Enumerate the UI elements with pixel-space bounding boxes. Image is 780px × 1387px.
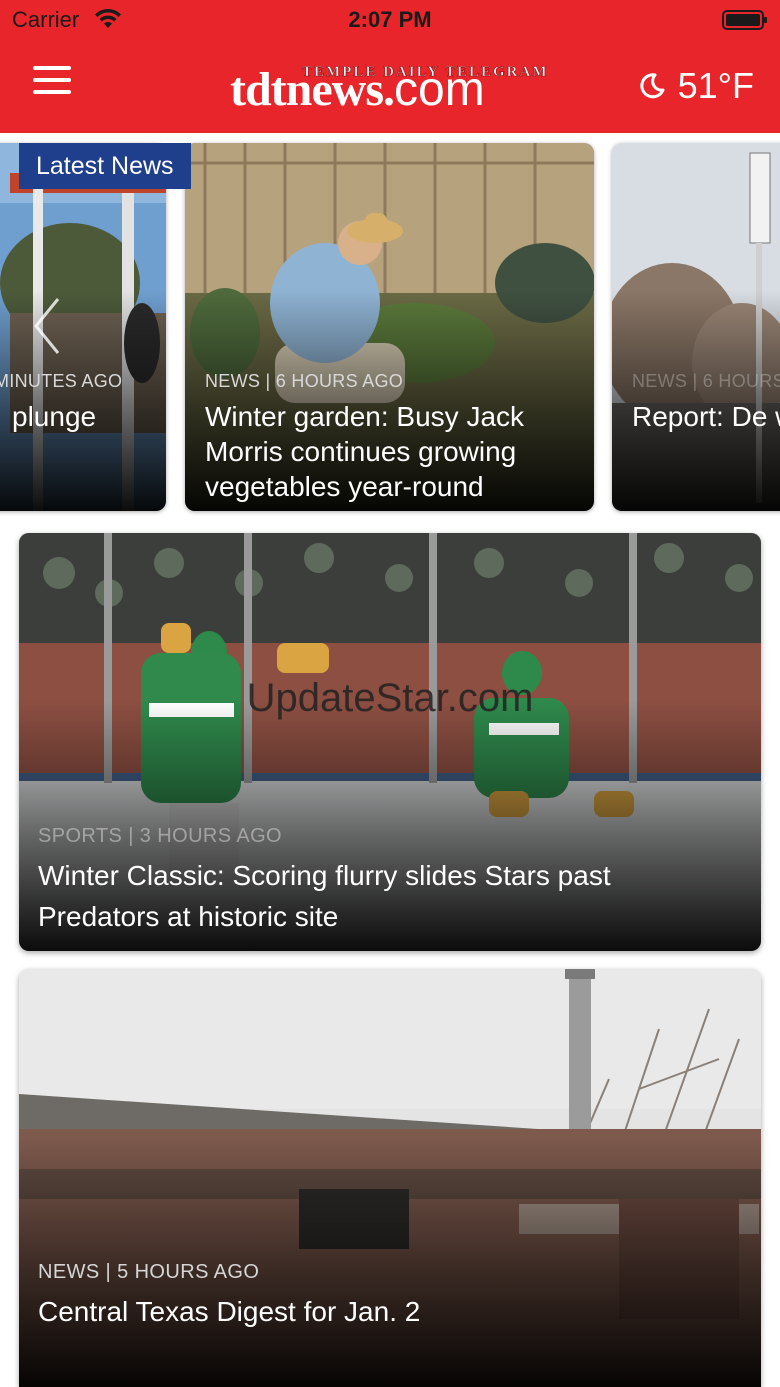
latest-news-label: Latest News bbox=[19, 143, 191, 189]
card-headline: Report: De when shot officer bbox=[632, 401, 780, 432]
article-meta: SPORTS | 3 HOURS AGO bbox=[38, 825, 282, 847]
site-logo[interactable]: TEMPLE DAILY TELEGRAM tdtnews.com bbox=[230, 62, 560, 114]
card-headline: Winter garden: Busy Jack Morris continue… bbox=[205, 401, 525, 502]
app-header: Carrier 2:07 PM TEMPLE DAILY TELEGRAM td… bbox=[0, 0, 780, 133]
hamburger-icon bbox=[33, 66, 71, 70]
article-headline: Winter Classic: Scoring flurry slides St… bbox=[38, 860, 611, 932]
latest-news-carousel[interactable]: Latest News MINUTES AGO plunge NEWS | 6 … bbox=[0, 133, 780, 525]
status-time: 2:07 PM bbox=[348, 7, 432, 32]
chevron-left-icon[interactable] bbox=[32, 295, 62, 357]
logo-wordmark: tdtnews.com bbox=[230, 63, 485, 116]
article-card[interactable]: SPORTS | 3 HOURS AGO Winter Classic: Sco… bbox=[19, 533, 761, 951]
card-meta: MINUTES AGO bbox=[0, 371, 123, 391]
moon-icon bbox=[639, 73, 665, 99]
menu-button[interactable] bbox=[33, 66, 71, 94]
card-meta: NEWS | 6 HOURS AGO bbox=[632, 371, 780, 391]
status-bar: Carrier 2:07 PM bbox=[0, 0, 780, 42]
article-card[interactable]: NEWS | 5 HOURS AGO Central Texas Digest … bbox=[19, 969, 761, 1387]
weather-widget[interactable]: 51°F bbox=[638, 64, 754, 108]
article-headline: Central Texas Digest for Jan. 2 bbox=[38, 1296, 421, 1327]
battery-icon bbox=[722, 10, 767, 30]
watermark-text: UpdateStar.com bbox=[246, 676, 534, 720]
card-meta: NEWS | 6 HOURS AGO bbox=[205, 371, 404, 391]
carousel-card[interactable]: MINUTES AGO plunge bbox=[0, 143, 166, 511]
carousel-card[interactable]: NEWS | 6 HOURS AGO Winter garden: Busy J… bbox=[185, 143, 594, 511]
article-meta: NEWS | 5 HOURS AGO bbox=[38, 1261, 260, 1283]
carousel-card[interactable]: NEWS | 6 HOURS AGO Report: De when shot … bbox=[612, 143, 780, 511]
temperature: 51°F bbox=[677, 65, 754, 106]
card-headline: plunge bbox=[12, 401, 97, 432]
